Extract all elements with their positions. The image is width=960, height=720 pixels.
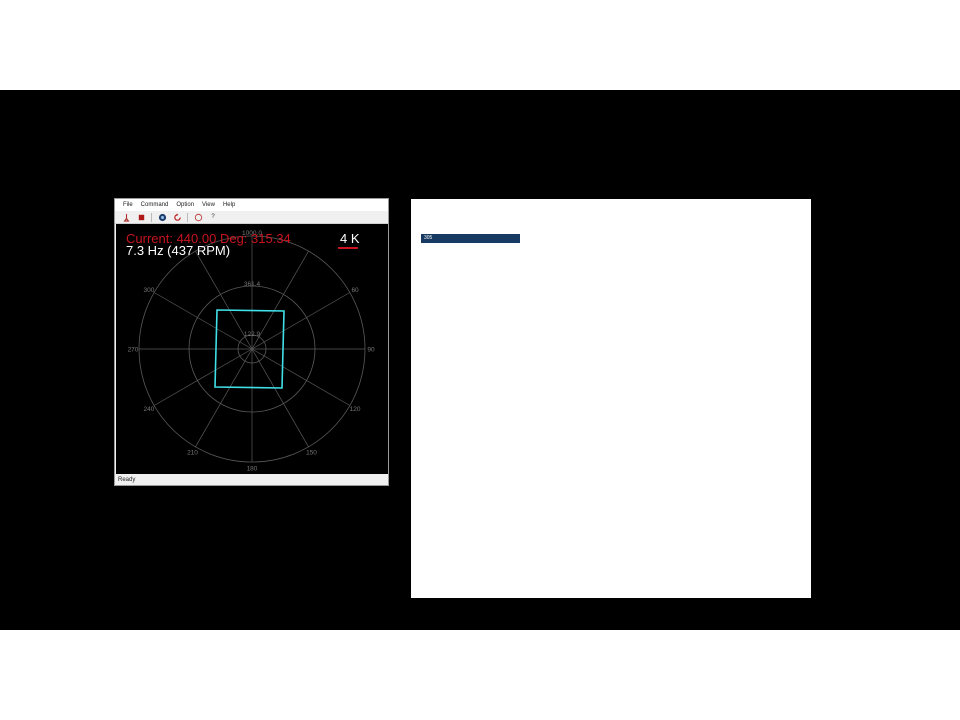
sensor-icon[interactable]	[157, 212, 167, 222]
angle-tick-label: 210	[187, 450, 198, 457]
radial-tick-label: 122.9	[244, 331, 261, 338]
angle-tick-label: 120	[350, 406, 361, 413]
refresh-icon[interactable]	[172, 212, 182, 222]
polar-spoke	[251, 250, 309, 350]
toolbar-separator	[151, 212, 152, 222]
menu-help[interactable]: Help	[223, 202, 235, 208]
lidar-viewer-window: File Command Option View Help ? 1000.0 36…	[114, 198, 389, 486]
panel-highlight-bar[interactable]: 305	[421, 234, 520, 243]
menu-command[interactable]: Command	[141, 202, 169, 208]
angle-tick-label: 180	[247, 466, 258, 473]
status-bar: Ready	[115, 475, 388, 485]
stop-icon[interactable]	[136, 212, 146, 222]
menu-bar: File Command Option View Help	[115, 199, 388, 211]
polar-spoke	[153, 348, 253, 406]
circle-icon[interactable]	[193, 212, 203, 222]
menu-view[interactable]: View	[202, 202, 215, 208]
angle-tick-label: 150	[306, 450, 317, 457]
polar-plot: 1000.0 361.4 122.9 60 90 120 150 180 210 240 270 30…	[116, 224, 388, 474]
angle-tick-label: 300	[144, 287, 155, 294]
angle-tick-label: 270	[128, 347, 139, 354]
antenna-icon[interactable]	[121, 212, 131, 222]
frequency-readout: 7.3 Hz (437 RPM)	[126, 243, 231, 258]
resolution-underline	[338, 247, 358, 249]
angle-tick-label: 60	[351, 287, 359, 294]
angle-tick-label: 90	[367, 347, 375, 354]
resolution-label[interactable]: 4 K	[340, 232, 360, 245]
toolbar-separator	[187, 212, 188, 222]
polar-spoke	[153, 292, 253, 350]
help-icon[interactable]: ?	[208, 212, 218, 222]
menu-file[interactable]: File	[123, 202, 133, 208]
polar-spoke	[195, 348, 253, 448]
radial-tick-label: 361.4	[244, 281, 261, 288]
polar-spoke	[251, 292, 351, 350]
menu-option[interactable]: Option	[176, 202, 194, 208]
polar-spoke	[251, 348, 351, 406]
toolbar: ?	[115, 211, 388, 224]
side-panel: 305	[411, 199, 811, 598]
polar-grid: 1000.0361.4122.9609012015018021024027030…	[128, 230, 375, 473]
polar-spoke	[251, 348, 309, 448]
angle-tick-label: 240	[144, 406, 155, 413]
